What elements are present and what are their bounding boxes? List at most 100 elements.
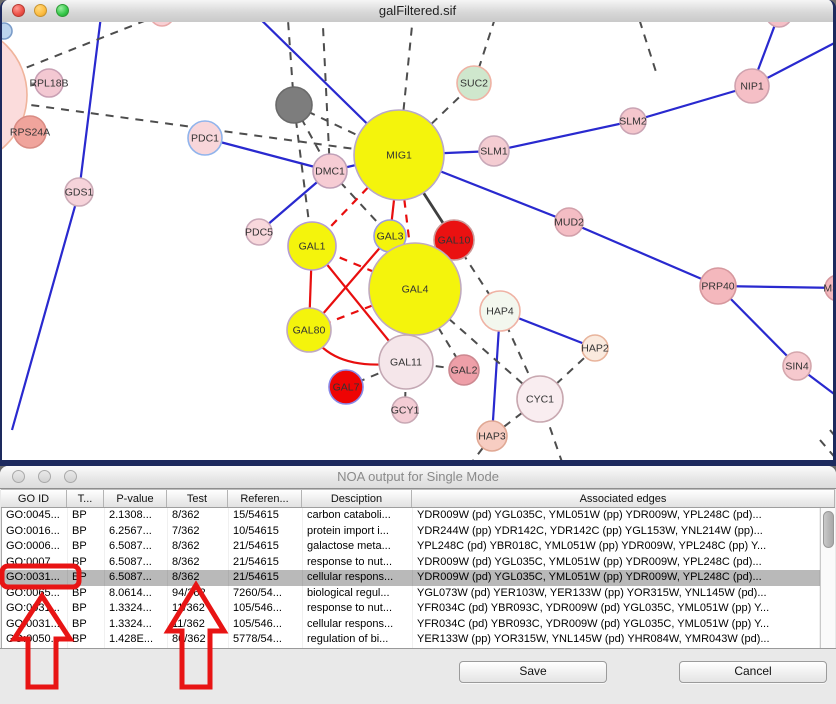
table-cell: 21/54615 xyxy=(229,570,303,586)
table-row[interactable]: GO:0006...BP6.5087...8/36221/54615galact… xyxy=(2,539,820,555)
node-label-GAL7: GAL7 xyxy=(333,382,360,394)
table-cell: 10/54615 xyxy=(229,524,303,540)
scrollbar-thumb[interactable] xyxy=(823,511,834,548)
column-header-test[interactable]: Test xyxy=(167,490,228,507)
table-cell: response to nut... xyxy=(303,601,413,617)
table-body: GO:0045...BP2.1308...8/36215/54615carbon… xyxy=(1,508,820,648)
table-bottom-divider xyxy=(0,648,836,649)
node-label-HAP2: HAP2 xyxy=(581,343,609,355)
vertical-scrollbar[interactable] xyxy=(820,508,835,648)
node-label-GAL4: GAL4 xyxy=(402,284,429,296)
cancel-button[interactable]: Cancel xyxy=(679,661,827,683)
table-cell: YDR244W (pp) YDR142C, YDR142C (pp) YGL15… xyxy=(413,524,820,540)
table-cell: BP xyxy=(68,586,105,602)
node-clipped-top[interactable] xyxy=(150,22,174,26)
noa-titlebar[interactable]: NOA output for Single Mode xyxy=(0,466,836,489)
table-cell: GO:0006... xyxy=(2,539,68,555)
table-cell: 6.5087... xyxy=(105,570,168,586)
table-cell: BP xyxy=(68,617,105,633)
node-label-DMC1: DMC1 xyxy=(315,166,345,178)
table-cell: carbon cataboli... xyxy=(303,508,413,524)
node-label-GAL11: GAL11 xyxy=(390,357,422,369)
table-cell: 6.2567... xyxy=(105,524,168,540)
table-cell: GO:0050... xyxy=(2,632,68,648)
table-cell: GO:0045... xyxy=(2,508,68,524)
table-row[interactable]: GO:0016...BP6.2567...7/36210/54615protei… xyxy=(2,524,820,540)
node-label-PDC5: PDC5 xyxy=(245,227,273,239)
table-cell: galactose meta... xyxy=(303,539,413,555)
network-edge xyxy=(322,22,330,171)
network-edge xyxy=(635,22,657,75)
node-label-GAL3: GAL3 xyxy=(377,231,404,243)
network-titlebar[interactable]: galFiltered.sif xyxy=(2,0,833,23)
table-row[interactable]: GO:0031...BP1.3324...11/362105/546...res… xyxy=(2,601,820,617)
table-cell: GO:0031... xyxy=(2,570,68,586)
table-row[interactable]: GO:0050...BP1.428E...80/3625778/54...reg… xyxy=(2,632,820,648)
noa-output-window: NOA output for Single Mode GO IDT...P-va… xyxy=(0,466,836,704)
column-header-t-[interactable]: T... xyxy=(67,490,104,507)
table-cell: GO:0016... xyxy=(2,524,68,540)
column-header-p-value[interactable]: P-value xyxy=(104,490,167,507)
table-cell: GO:0065... xyxy=(2,586,68,602)
node-label-GAL10: GAL10 xyxy=(438,235,471,247)
table-cell: YGL073W (pd) YER103W, YER133W (pp) YOR31… xyxy=(413,586,820,602)
node-label-PRP40: PRP40 xyxy=(701,281,734,293)
network-edge xyxy=(494,121,633,151)
table-row[interactable]: GO:0065...BP8.0614...94/3627260/54...bio… xyxy=(2,586,820,602)
table-cell: 2.1308... xyxy=(105,508,168,524)
table-cell: YFR034C (pd) YBR093C, YDR009W (pd) YGL03… xyxy=(413,601,820,617)
column-header-referen-[interactable]: Referen... xyxy=(228,490,302,507)
table-cell: 21/54615 xyxy=(229,539,303,555)
table-cell: response to nut... xyxy=(303,555,413,571)
node-label-SIN4: SIN4 xyxy=(785,361,809,373)
node-label-SLM1: SLM1 xyxy=(480,146,508,158)
column-header-desciption[interactable]: Desciption xyxy=(302,490,412,507)
table-cell: 8/362 xyxy=(168,539,229,555)
save-button[interactable]: Save xyxy=(459,661,607,683)
table-cell: 8/362 xyxy=(168,508,229,524)
table-header-row: GO IDT...P-valueTestReferen...Desciption… xyxy=(1,489,835,508)
network-edge xyxy=(569,222,718,286)
table-cell: 11/362 xyxy=(168,617,229,633)
node-clipped-top-right[interactable] xyxy=(766,22,792,27)
table-row[interactable]: GO:0045...BP2.1308...8/36215/54615carbon… xyxy=(2,508,820,524)
table-row[interactable]: GO:0031...BP1.3324...11/362105/546...cel… xyxy=(2,617,820,633)
node-dark-gray[interactable] xyxy=(276,87,312,123)
table-cell: BP xyxy=(68,508,105,524)
table-cell: 8/362 xyxy=(168,555,229,571)
table-cell: 94/362 xyxy=(168,586,229,602)
network-edge xyxy=(205,138,330,171)
node-label-NIP1: NIP1 xyxy=(740,81,764,93)
table-cell: 105/546... xyxy=(229,617,303,633)
table-row[interactable]: GO:0031...BP6.5087...8/36221/54615cellul… xyxy=(2,570,820,586)
column-header-associated-edges[interactable]: Associated edges xyxy=(412,490,835,507)
table-cell: 15/54615 xyxy=(229,508,303,524)
table-cell: 6.5087... xyxy=(105,539,168,555)
network-edge xyxy=(820,440,833,460)
node-label-GCY1: GCY1 xyxy=(391,405,420,417)
table-cell: 11/362 xyxy=(168,601,229,617)
node-label-PDC1: PDC1 xyxy=(191,133,219,145)
node-label-MUD2: MUD2 xyxy=(554,217,584,229)
window-title: NOA output for Single Mode xyxy=(0,466,836,488)
table-row[interactable]: GO:0007...BP6.5087...8/36221/54615respon… xyxy=(2,555,820,571)
table-cell: 80/362 xyxy=(168,632,229,648)
table-cell: YDR009W (pd) YGL035C, YML051W (pp) YDR00… xyxy=(413,570,820,586)
table-cell: BP xyxy=(68,555,105,571)
table-cell: GO:0031... xyxy=(2,601,68,617)
table-cell: 7260/54... xyxy=(229,586,303,602)
node-label-MIG1: MIG1 xyxy=(386,150,412,162)
node-blue-topleft[interactable] xyxy=(2,23,12,39)
table-cell: YER133W (pp) YOR315W, YNL145W (pd) YHR08… xyxy=(413,632,820,648)
node-label-GAL2: GAL2 xyxy=(451,365,478,377)
node-label-RPS24A: RPS24A xyxy=(10,127,50,139)
node-label-CYC1: CYC1 xyxy=(526,394,554,406)
node-label-GAL1: GAL1 xyxy=(299,241,326,253)
column-header-go-id[interactable]: GO ID xyxy=(1,490,67,507)
table-cell: YDR009W (pd) YGL035C, YML051W (pp) YDR00… xyxy=(413,508,820,524)
table-cell: 6.5087... xyxy=(105,555,168,571)
table-cell: 1.3324... xyxy=(105,601,168,617)
network-edge xyxy=(633,86,752,121)
table-cell: cellular respons... xyxy=(303,617,413,633)
network-canvas[interactable]: RPL18BRPS24AGDS1PDC1DMC1MIG1SUC2SLM1SLM2… xyxy=(2,22,833,460)
